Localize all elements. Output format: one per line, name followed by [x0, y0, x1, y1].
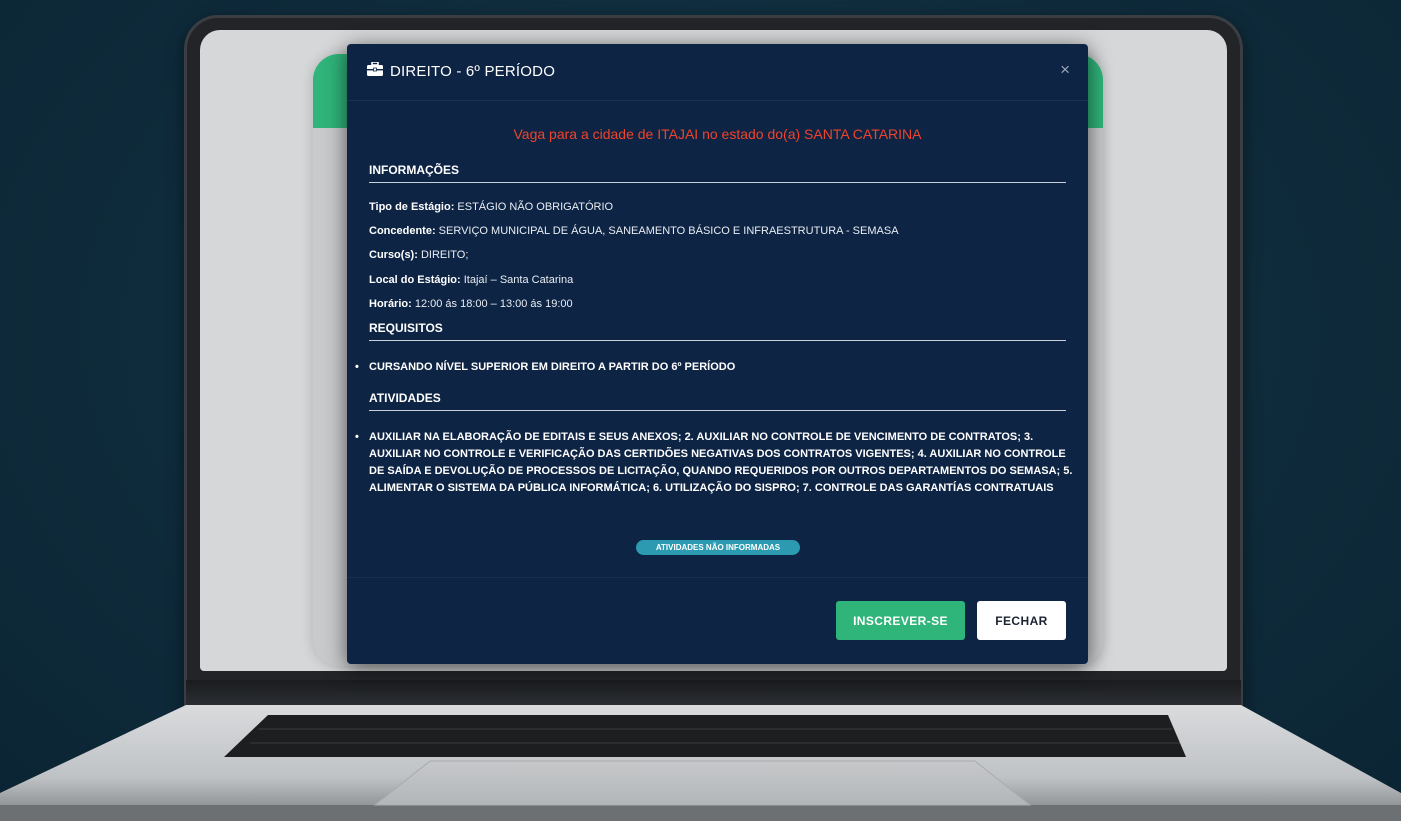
info-label: Tipo de Estágio: — [369, 201, 455, 213]
modal-footer-divider — [347, 577, 1088, 578]
info-internship-type: Tipo de Estágio: ESTÁGIO NÃO OBRIGATÓRIO — [369, 201, 613, 213]
info-label: Horário: — [369, 298, 412, 310]
info-label: Local do Estágio: — [369, 274, 461, 286]
activity-item: AUXILIAR NA ELABORAÇÃO DE EDITAIS E SEUS… — [355, 429, 1074, 497]
laptop-hinge — [186, 680, 1241, 706]
info-location: Local do Estágio: Itajaí – Santa Catarin… — [369, 274, 573, 286]
job-modal: DIREITO - 6º PERÍODO × Vaga para a cidad… — [347, 44, 1088, 664]
info-label: Concedente: — [369, 225, 436, 237]
info-courses: Curso(s): DIREITO; — [369, 249, 468, 261]
info-value: SERVIÇO MUNICIPAL DE ÁGUA, SANEAMENTO BÁ… — [435, 225, 899, 237]
briefcase-icon — [367, 62, 383, 76]
info-value: 12:00 ás 18:00 – 13:00 ás 19:00 — [411, 298, 573, 310]
info-grantor: Concedente: SERVIÇO MUNICIPAL DE ÁGUA, S… — [369, 225, 899, 237]
requirement-item: CURSANDO NÍVEL SUPERIOR EM DIREITO A PAR… — [355, 359, 1074, 376]
activities-badge: ATIVIDADES NÃO INFORMADAS — [636, 540, 800, 555]
modal-header: DIREITO - 6º PERÍODO × — [347, 44, 1088, 101]
laptop-base — [0, 705, 1401, 821]
section-title-requirements: REQUISITOS — [369, 321, 1066, 341]
section-title-activities: ATIVIDADES — [369, 391, 1066, 411]
info-value: ESTÁGIO NÃO OBRIGATÓRIO — [454, 201, 614, 213]
info-label: Curso(s): — [369, 249, 418, 261]
modal-title: DIREITO - 6º PERÍODO — [390, 63, 556, 80]
section-title-info: INFORMAÇÕES — [369, 163, 1066, 183]
info-value: DIREITO; — [417, 249, 469, 261]
close-button[interactable]: FECHAR — [977, 601, 1066, 640]
city-notice: Vaga para a cidade de ITAJAI no estado d… — [513, 126, 922, 142]
close-icon[interactable]: × — [1060, 60, 1070, 80]
subscribe-button[interactable]: INSCREVER-SE — [836, 601, 965, 640]
info-value: Itajaí – Santa Catarina — [460, 274, 574, 286]
info-schedule: Horário: 12:00 ás 18:00 – 13:00 ás 19:00 — [369, 298, 573, 310]
